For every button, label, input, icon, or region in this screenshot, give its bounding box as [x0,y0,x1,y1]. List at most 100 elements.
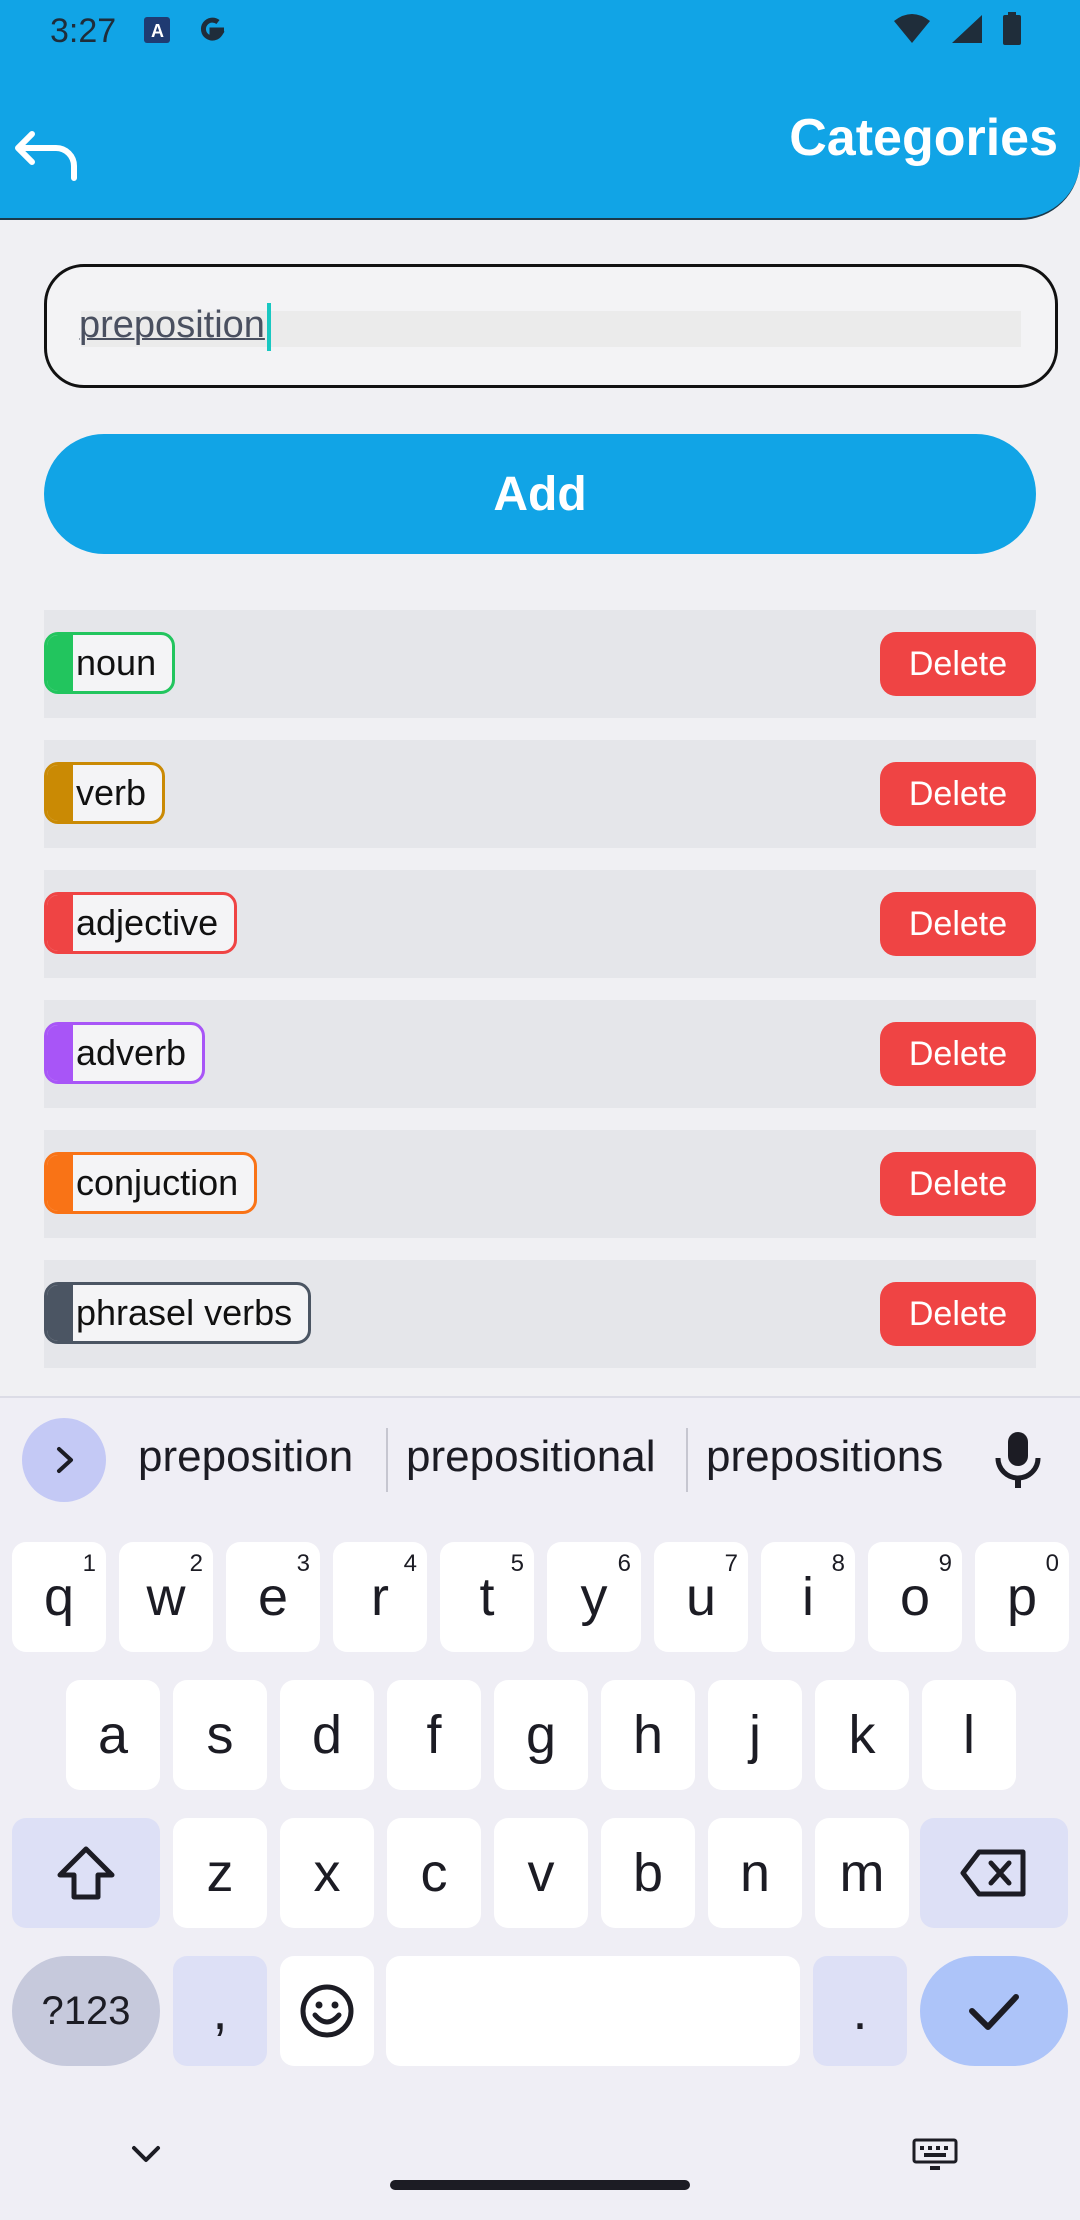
key-k[interactable]: k [815,1680,909,1790]
shift-key[interactable] [12,1818,160,1928]
key-label: v [527,1843,555,1903]
key-r[interactable]: r4 [333,1542,427,1652]
key-c[interactable]: c [387,1818,481,1928]
key-i[interactable]: i8 [761,1542,855,1652]
key-d[interactable]: d [280,1680,374,1790]
key-label: . [852,1981,868,2041]
category-label: adjective [76,902,219,943]
key-label: n [739,1843,771,1903]
key-label: y [580,1567,608,1627]
key-e[interactable]: e3 [226,1542,320,1652]
key-label: q [43,1567,75,1627]
key-n[interactable]: n [708,1818,802,1928]
category-input[interactable]: preposition [44,264,1058,388]
key-o[interactable]: o9 [868,1542,962,1652]
delete-button[interactable]: Delete [880,892,1036,956]
key-u[interactable]: u7 [654,1542,748,1652]
key-hint: 1 [82,1550,96,1577]
keyboard-switch-icon[interactable] [912,2138,958,2170]
signal-icon [952,15,982,43]
key-label: g [525,1705,557,1765]
period-key[interactable]: . [813,1956,907,2066]
page-title: Categories [789,109,1058,167]
key-label: w [146,1567,186,1627]
key-p[interactable]: p0 [975,1542,1069,1652]
emoji-key[interactable] [280,1956,374,2066]
key-label: x [313,1843,341,1903]
key-label: b [632,1843,664,1903]
key-b[interactable]: b [601,1818,695,1928]
key-hint: 3 [296,1550,310,1577]
list-item: adverb Delete [44,1000,1036,1108]
google-icon [201,17,225,41]
key-j[interactable]: j [708,1680,802,1790]
category-chip: adjective [44,892,238,954]
category-chip: adverb [44,1022,206,1084]
key-hint: 4 [403,1550,417,1577]
key-f[interactable]: f [387,1680,481,1790]
suggestion-3[interactable]: prepositions [706,1432,943,1482]
chevron-right-icon[interactable] [22,1418,106,1502]
delete-button[interactable]: Delete [880,762,1036,826]
key-w[interactable]: w2 [119,1542,213,1652]
text-caret [266,303,271,351]
key-label: r [371,1567,389,1627]
key-y[interactable]: y6 [547,1542,641,1652]
gesture-handle[interactable] [390,2180,690,2190]
key-t[interactable]: t5 [440,1542,534,1652]
delete-button[interactable]: Delete [880,1282,1036,1346]
category-label: adverb [76,1032,187,1073]
symbols-key[interactable]: ?123 [12,1956,160,2066]
key-label: e [257,1567,289,1627]
key-label: t [479,1567,495,1627]
category-label: noun [76,642,157,683]
key-v[interactable]: v [494,1818,588,1928]
chip-color-bar [47,1285,73,1341]
key-label: ?123 [41,1988,131,2033]
delete-button[interactable]: Delete [880,1152,1036,1216]
app-header: 3:27 A Categories [0,0,1080,220]
key-m[interactable]: m [815,1818,909,1928]
key-l[interactable]: l [922,1680,1016,1790]
list-item: adjective Delete [44,870,1036,978]
mic-icon[interactable] [990,1428,1046,1492]
chip-color-bar [47,895,73,951]
key-hint: 6 [617,1550,631,1577]
translate-icon: A [144,17,170,43]
key-label: l [963,1705,975,1765]
list-item: phrasel verbs Delete [44,1260,1036,1368]
comma-key[interactable]: , [173,1956,267,2066]
delete-button[interactable]: Delete [880,1022,1036,1086]
key-label: f [426,1705,442,1765]
backspace-key[interactable] [920,1818,1068,1928]
key-a[interactable]: a [66,1680,160,1790]
space-key[interactable] [386,1956,800,2066]
category-label: conjuction [76,1162,239,1203]
chip-color-bar [47,765,73,821]
key-h[interactable]: h [601,1680,695,1790]
category-chip: verb [44,762,166,824]
hide-keyboard-icon[interactable] [126,2134,166,2174]
back-arrow-icon[interactable] [12,120,82,190]
key-label: j [749,1705,761,1765]
key-x[interactable]: x [280,1818,374,1928]
add-button[interactable]: Add [44,434,1036,554]
list-item: noun Delete [44,610,1036,718]
chip-color-bar [47,1155,73,1211]
list-item: verb Delete [44,740,1036,848]
battery-icon [1003,12,1021,45]
suggestion-1[interactable]: preposition [138,1432,353,1482]
key-label: m [839,1843,885,1903]
delete-button[interactable]: Delete [880,632,1036,696]
chip-color-bar [47,635,73,691]
suggestion-2[interactable]: prepositional [406,1432,656,1482]
enter-key[interactable] [920,1956,1068,2066]
key-label: , [212,1981,228,2041]
key-label: a [97,1705,129,1765]
key-q[interactable]: q1 [12,1542,106,1652]
key-label: d [311,1705,343,1765]
key-g[interactable]: g [494,1680,588,1790]
key-z[interactable]: z [173,1818,267,1928]
key-label: z [206,1843,234,1903]
key-s[interactable]: s [173,1680,267,1790]
